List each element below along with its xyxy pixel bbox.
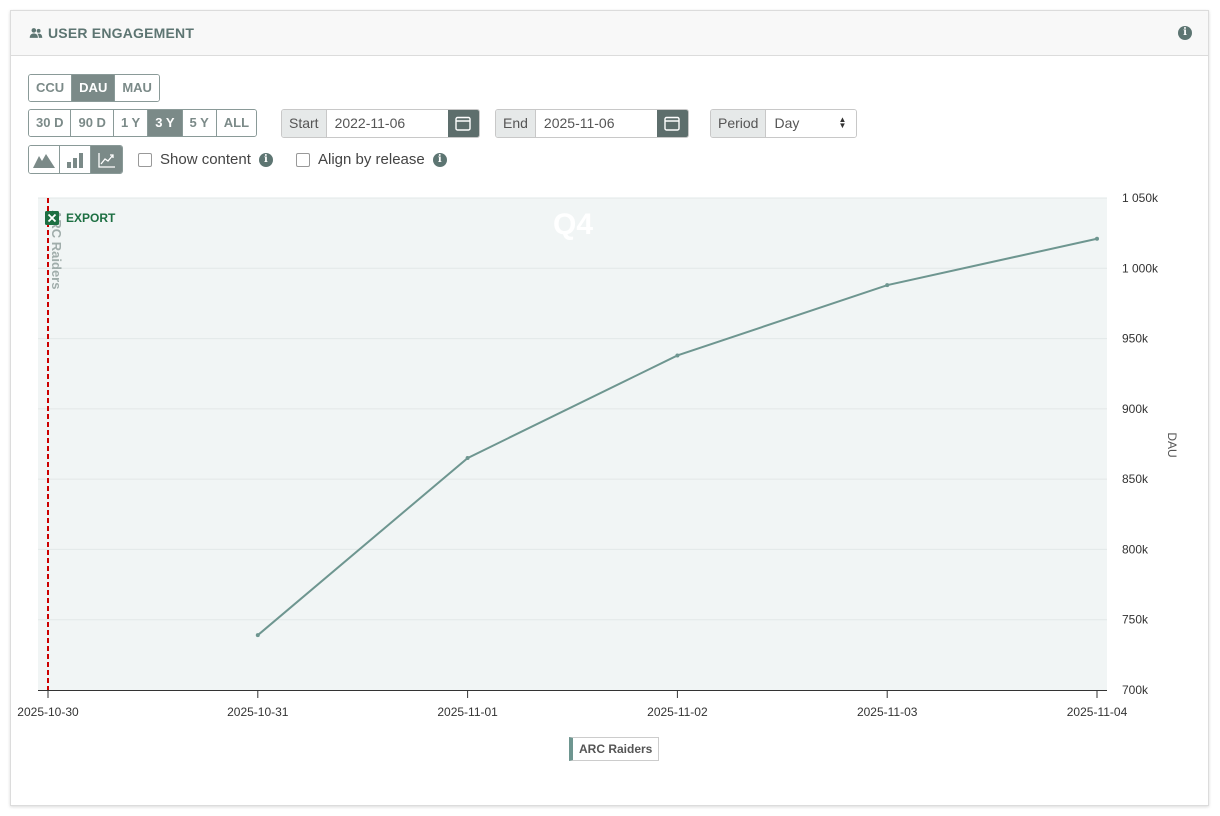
legend-item-arc-raiders[interactable]: ARC Raiders [569,737,660,761]
export-label: EXPORT [66,211,116,225]
x-tick-label: 2025-10-31 [227,705,289,719]
y-tick-label: 1 000k [1122,261,1159,275]
x-tick-label: 2025-11-03 [857,705,918,719]
y-tick-label: 750k [1122,613,1149,627]
y-tick-label: 1 050k [1122,191,1159,205]
excel-icon [45,211,59,225]
x-tick-label: 2025-11-02 [647,705,708,719]
data-point [255,633,260,638]
period-band-label: Q4 [553,208,593,241]
export-button[interactable]: EXPORT [44,210,115,226]
y-tick-label: 700k [1122,683,1149,697]
x-tick-label: 2025-10-30 [17,705,79,719]
y-tick-label: 950k [1122,332,1149,346]
y-tick-label: 800k [1122,542,1149,556]
y-tick-label: 900k [1122,402,1149,416]
data-point [465,456,470,461]
y-tick-label: 850k [1122,472,1149,486]
data-point [1095,236,1099,241]
x-tick-label: 2025-11-04 [1067,705,1128,719]
y-axis-label: DAU [1165,432,1179,457]
data-point [885,283,890,288]
legend-label: ARC Raiders [579,742,653,756]
x-tick-label: 2025-11-01 [437,705,498,719]
data-point [675,353,680,358]
dau-line-chart: Q4 700k 750k 800k 850k 900k 950k 1 000k 1 050k 20… [17,191,1179,719]
